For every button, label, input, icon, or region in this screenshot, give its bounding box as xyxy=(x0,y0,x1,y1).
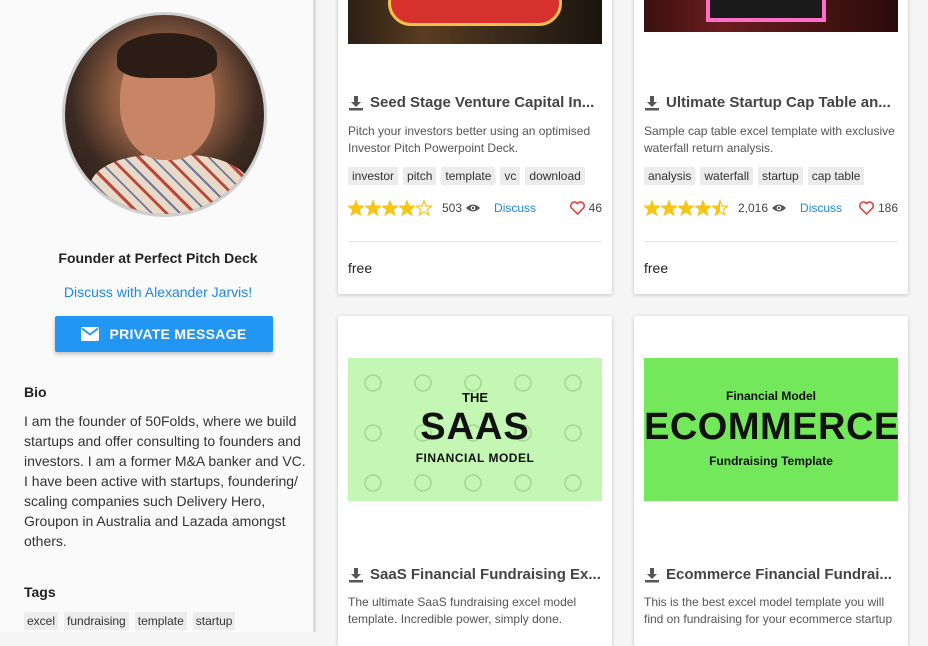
seed-stage-banner xyxy=(388,0,562,26)
profile-tag[interactable]: startup xyxy=(192,612,236,630)
product-tag[interactable]: waterfall xyxy=(700,167,754,185)
star-icon xyxy=(661,200,677,216)
product-thumbnail[interactable] xyxy=(644,0,898,32)
product-meta: 2,016 Discuss 186 xyxy=(644,200,898,216)
thumbnail-text: SAAS xyxy=(420,406,530,448)
star-icon xyxy=(399,200,415,216)
product-description: Sample cap table excel template with exc… xyxy=(644,124,895,155)
product-thumbnail[interactable] xyxy=(348,0,602,44)
tags-heading: Tags xyxy=(24,584,56,600)
product-description: The ultimate SaaS fundraising excel mode… xyxy=(348,595,577,626)
product-tag[interactable]: startup xyxy=(758,167,803,185)
view-count: 2,016 xyxy=(738,201,787,215)
like-count: 186 xyxy=(877,201,898,215)
bio-heading: Bio xyxy=(24,384,47,400)
thumbnail-text: Fundraising Template xyxy=(709,454,833,468)
product-tag[interactable]: investor xyxy=(348,167,399,185)
profile-sidebar: Founder at Perfect Pitch Deck Discuss wi… xyxy=(0,0,316,632)
profile-tag[interactable]: template xyxy=(134,612,187,630)
like-button[interactable]: 46 xyxy=(569,201,602,215)
product-card[interactable]: THE SAAS FINANCIAL MODEL SaaS Financial … xyxy=(338,316,612,646)
private-message-label: PRIVATE MESSAGE xyxy=(109,326,247,342)
download-icon xyxy=(349,95,363,110)
product-title[interactable]: Ecommerce Financial Fundrai... xyxy=(644,566,898,583)
download-icon xyxy=(645,567,659,582)
product-tag[interactable]: analysis xyxy=(644,167,696,185)
product-price: free xyxy=(644,260,669,276)
product-tag[interactable]: pitch xyxy=(403,167,437,185)
star-icon xyxy=(365,200,381,216)
discuss-link[interactable]: Discuss xyxy=(800,201,842,215)
star-icon xyxy=(644,200,660,216)
product-tag[interactable]: template xyxy=(441,167,496,185)
product-description: This is the best excel model template yo… xyxy=(644,595,893,626)
product-tag[interactable]: download xyxy=(525,167,585,185)
star-icon xyxy=(712,200,728,216)
heart-icon xyxy=(569,201,585,215)
private-message-button[interactable]: PRIVATE MESSAGE xyxy=(55,316,273,352)
avatar xyxy=(62,12,267,217)
product-tag[interactable]: vc xyxy=(500,167,521,185)
product-card[interactable]: Ultimate Startup Cap Table an... Sample … xyxy=(634,0,908,294)
product-description: Pitch your investors better using an opt… xyxy=(348,124,591,155)
eye-icon xyxy=(772,204,787,212)
product-thumbnail[interactable]: Financial Model ECOMMERCE Fundraising Te… xyxy=(644,358,900,501)
discuss-link[interactable]: Discuss xyxy=(494,201,536,215)
discuss-with-author-link[interactable]: Discuss with Alexander Jarvis! xyxy=(0,284,316,300)
heart-icon xyxy=(859,201,874,215)
star-icon xyxy=(695,200,711,216)
star-icon xyxy=(348,200,364,216)
product-tags: investor pitch template vc download xyxy=(348,167,585,185)
profile-tag[interactable]: fundraising xyxy=(64,612,129,630)
rating-stars xyxy=(644,200,728,216)
star-icon xyxy=(382,200,398,216)
profile-role: Founder at Perfect Pitch Deck xyxy=(58,250,258,266)
download-icon xyxy=(349,567,363,582)
view-count: 503 xyxy=(442,201,481,215)
product-thumbnail[interactable]: THE SAAS FINANCIAL MODEL xyxy=(348,358,602,501)
product-card[interactable]: Financial Model ECOMMERCE Fundraising Te… xyxy=(634,316,908,646)
like-count: 46 xyxy=(588,201,602,215)
product-title[interactable]: SaaS Financial Fundraising Ex... xyxy=(348,566,602,583)
star-icon xyxy=(416,200,432,216)
rating-stars xyxy=(348,200,432,216)
thumbnail-text: FINANCIAL MODEL xyxy=(415,451,535,465)
star-icon xyxy=(678,200,694,216)
avatar-shirt xyxy=(90,155,250,214)
thumbnail-text: ECOMMERCE xyxy=(644,406,900,448)
product-card[interactable]: Seed Stage Venture Capital In... Pitch y… xyxy=(338,0,612,294)
profile-tag[interactable]: excel xyxy=(24,612,59,630)
avatar-hair xyxy=(117,33,217,78)
thumbnail-text: Financial Model xyxy=(725,389,816,403)
bio-text: I am the founder of 50Folds, where we bu… xyxy=(24,413,306,549)
like-button[interactable]: 186 xyxy=(859,201,898,215)
cap-table-analysis-banner xyxy=(706,0,826,22)
download-icon xyxy=(645,95,659,110)
card-divider xyxy=(348,241,602,242)
product-tag[interactable]: cap table xyxy=(807,167,865,185)
product-title[interactable]: Seed Stage Venture Capital In... xyxy=(348,94,602,111)
card-divider xyxy=(644,241,898,242)
thumbnail-text: THE xyxy=(462,390,488,405)
eye-icon xyxy=(466,204,481,212)
product-meta: 503 Discuss 46 xyxy=(348,200,602,216)
product-tags: analysis waterfall startup cap table xyxy=(644,167,865,185)
product-title[interactable]: Ultimate Startup Cap Table an... xyxy=(644,94,898,111)
profile-tags: excel fundraising template startup xyxy=(24,612,236,630)
product-price: free xyxy=(348,260,373,276)
mail-icon xyxy=(81,327,100,341)
